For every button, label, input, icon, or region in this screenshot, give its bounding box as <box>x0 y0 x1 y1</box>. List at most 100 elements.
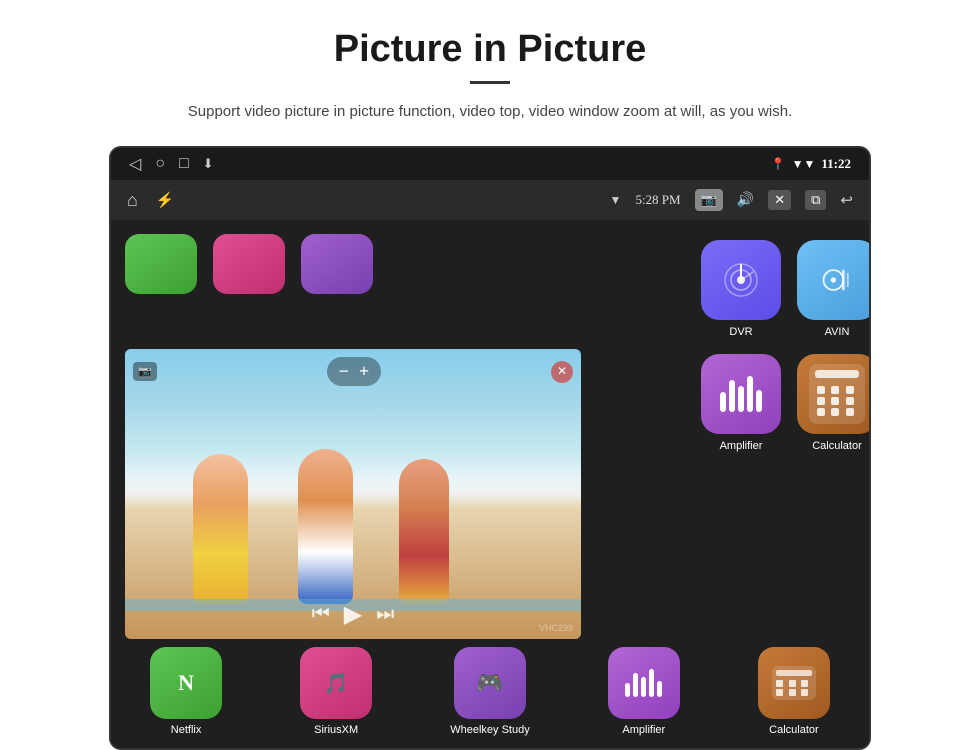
calc-display-bar <box>815 370 859 378</box>
amplifier2-label: Amplifier <box>622 724 665 736</box>
amplifier-icon-box <box>701 354 781 434</box>
calc2-grid <box>776 680 812 696</box>
pip-next-button[interactable]: ⏭ <box>376 603 394 626</box>
app-icon-amplifier[interactable]: Amplifier <box>701 354 781 452</box>
calc2-k6 <box>801 689 808 696</box>
video-watermark: VHC299 <box>539 623 573 633</box>
bottom-app-row: N Netflix 🎵 SiriusXM 🎮 Wheelkey Study <box>111 639 869 748</box>
title-divider <box>470 81 510 84</box>
calc-key-5 <box>831 397 839 405</box>
wheelkey-icon-box: 🎮 <box>454 647 526 719</box>
calc-key-6 <box>846 397 854 405</box>
calc2-k1 <box>776 680 783 687</box>
status-bar-nav: ◁ ○ □ ⬇ <box>129 154 214 174</box>
amp-bar-2 <box>729 380 735 412</box>
top-row-apps <box>111 220 691 294</box>
close-toolbar-icon[interactable]: ✕ <box>768 190 791 210</box>
pip-close-button[interactable]: ✕ <box>551 361 573 383</box>
calculator2-label: Calculator <box>769 724 819 736</box>
avin-label: AVIN <box>825 326 850 338</box>
status-bar-info: 📍 ▼▼ 11:22 <box>771 156 851 172</box>
avin-icon-box <box>797 240 871 320</box>
wheelkey-label: Wheelkey Study <box>450 724 529 736</box>
pip-zoom-minus[interactable]: − <box>339 361 349 382</box>
device-frame: ◁ ○ □ ⬇ 📍 ▼▼ 11:22 ⌂ ⚡ ▼ 5:28 PM 📷 🔊 <box>109 146 871 750</box>
amplifier-label: Amplifier <box>720 440 763 452</box>
pip-zoom-plus[interactable]: + <box>359 361 369 382</box>
pip-container: 📷 − + ✕ ⏮ ▶ ⏭ V <box>111 220 691 639</box>
calculator-icon-box <box>797 354 871 434</box>
amp-bars-2 <box>625 669 662 697</box>
clock: 11:22 <box>821 156 851 172</box>
pip-controls: 📷 − + ✕ <box>133 357 573 386</box>
top-app-netflix[interactable] <box>125 234 197 294</box>
pip-play-button[interactable]: ▶ <box>344 600 362 629</box>
bottom-app-amplifier-2[interactable]: Amplifier <box>608 647 680 736</box>
bottom-app-wheelkey[interactable]: 🎮 Wheelkey Study <box>450 647 529 736</box>
calculator-display <box>809 364 865 424</box>
usb-icon: ⚡ <box>156 191 175 210</box>
amp2-bar-4 <box>649 669 654 697</box>
back-nav-icon[interactable]: ◁ <box>129 154 141 174</box>
location-icon: 📍 <box>771 157 786 172</box>
toolbar-left: ⌂ ⚡ <box>127 190 602 211</box>
calc-key-8 <box>831 408 839 416</box>
pip-video[interactable]: 📷 − + ✕ ⏮ ▶ ⏭ V <box>125 349 581 639</box>
app-icon-avin[interactable]: AVIN <box>797 240 871 338</box>
netflix-label: Netflix <box>171 724 202 736</box>
calc2-k2 <box>789 680 796 687</box>
amp2-bar-2 <box>633 673 638 697</box>
home-icon[interactable]: ⌂ <box>127 190 138 211</box>
siriusxm-icon-box: 🎵 <box>300 647 372 719</box>
wifi-status-icon: ▼ <box>610 193 622 208</box>
netflix-icon-box: N <box>150 647 222 719</box>
amp2-bar-3 <box>641 677 646 697</box>
dvr-icon-box <box>701 240 781 320</box>
app-icon-dvr[interactable]: DVR <box>701 240 781 338</box>
bottom-app-netflix[interactable]: N Netflix <box>150 647 222 736</box>
avin-svg <box>819 262 855 298</box>
dvr-label: DVR <box>729 326 752 338</box>
top-app-wheelkey[interactable] <box>301 234 373 294</box>
back-toolbar-icon[interactable]: ↩ <box>840 191 853 210</box>
calc-key-7 <box>817 408 825 416</box>
home-nav-icon[interactable]: ○ <box>155 155 165 173</box>
video-scene <box>125 349 581 639</box>
page-title: Picture in Picture <box>40 28 940 71</box>
camera-toolbar-icon[interactable]: 📷 <box>695 189 723 211</box>
app-row-1: DVR AVIN <box>701 240 871 338</box>
amp-bar-5 <box>756 390 762 412</box>
calc2-k4 <box>776 689 783 696</box>
calc-key-1 <box>817 386 825 394</box>
calc2-display <box>772 666 816 700</box>
calculator-label: Calculator <box>812 440 862 452</box>
amp2-bar-1 <box>625 683 630 697</box>
pip-toolbar-icon[interactable]: ⧉ <box>805 190 826 210</box>
calc-key-3 <box>846 386 854 394</box>
bottom-app-calculator-2[interactable]: Calculator <box>758 647 830 736</box>
top-app-siriusxm[interactable] <box>213 234 285 294</box>
amp-bar-1 <box>720 392 726 412</box>
recents-nav-icon[interactable]: □ <box>179 155 189 173</box>
download-icon: ⬇ <box>203 156 214 172</box>
signal-icon: ▼▼ <box>792 157 816 172</box>
siriusxm-label: SiriusXM <box>314 724 358 736</box>
pip-prev-button[interactable]: ⏮ <box>312 603 330 626</box>
amp2-bar-5 <box>657 681 662 697</box>
app-area: 📷 − + ✕ ⏮ ▶ ⏭ V <box>111 220 869 639</box>
amplifier2-icon-box <box>608 647 680 719</box>
page-subtitle: Support video picture in picture functio… <box>40 100 940 124</box>
screen-content: 📷 − + ✕ ⏮ ▶ ⏭ V <box>111 220 869 748</box>
amplifier-bars <box>720 376 762 412</box>
amp-bar-3 <box>738 386 744 412</box>
app-icon-calculator[interactable]: Calculator <box>797 354 871 452</box>
calc-key-9 <box>846 408 854 416</box>
secondary-toolbar: ⌂ ⚡ ▼ 5:28 PM 📷 🔊 ✕ ⧉ ↩ <box>111 180 869 220</box>
bottom-app-siriusxm[interactable]: 🎵 SiriusXM <box>300 647 372 736</box>
calculator2-icon-box <box>758 647 830 719</box>
volume-toolbar-icon[interactable]: 🔊 <box>737 192 754 209</box>
pip-camera-badge: 📷 <box>133 362 157 381</box>
calc2-k5 <box>789 689 796 696</box>
calc-key-4 <box>817 397 825 405</box>
toolbar-right: ▼ 5:28 PM 📷 🔊 ✕ ⧉ ↩ <box>610 189 853 211</box>
